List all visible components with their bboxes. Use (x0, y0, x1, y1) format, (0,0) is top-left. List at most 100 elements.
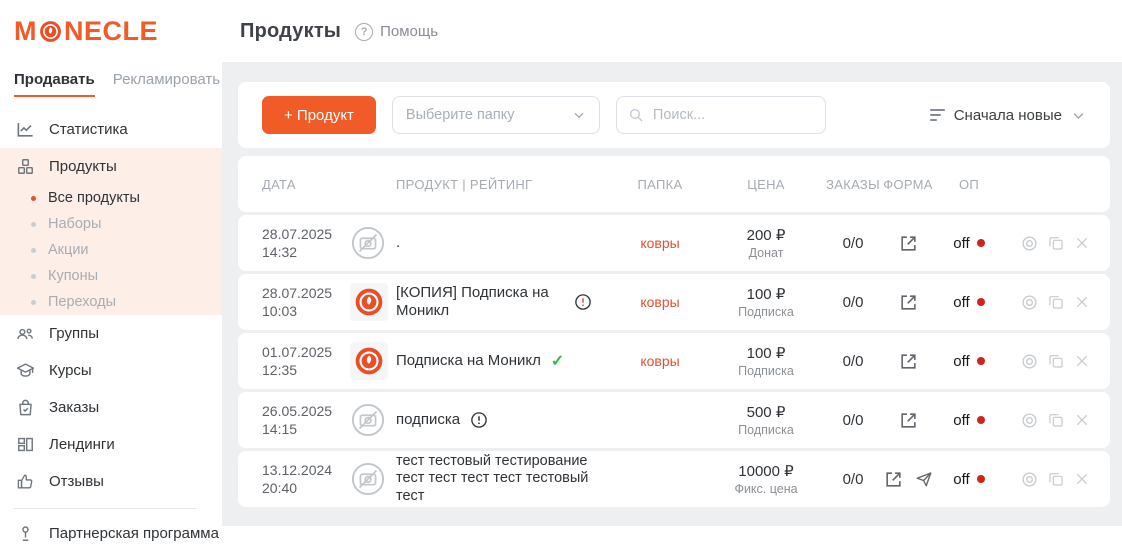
product-name[interactable]: [КОПИЯ] Подписка на Моникл (396, 284, 564, 319)
tab-advertise[interactable]: Рекламировать (113, 71, 220, 97)
col-orders: ЗАКАЗЫ (824, 177, 882, 192)
op-status[interactable]: off (934, 294, 1004, 311)
send-icon[interactable] (915, 470, 933, 488)
chevron-down-icon (1071, 108, 1086, 123)
no-photo-icon (350, 402, 386, 438)
sub-item-label: Переходы (48, 294, 116, 310)
col-date: ДАТА (262, 177, 350, 192)
col-form: ФОРМА (882, 177, 934, 192)
sidebar-item-landings[interactable]: Лендинги (0, 426, 222, 463)
sidebar-mode-tabs: Продавать Рекламировать (14, 71, 222, 97)
sort-control[interactable]: Сначала новые (930, 107, 1086, 124)
table-row: 01.07.202512:35 Подписка на Моникл ✓ ков… (238, 333, 1110, 389)
copy-icon[interactable] (1048, 235, 1064, 251)
search-input[interactable] (653, 107, 803, 123)
sub-item-label: Купоны (48, 268, 98, 284)
views-icon[interactable] (1021, 471, 1038, 488)
product-name[interactable]: тест тестовый тестирование тест тест тес… (396, 453, 612, 504)
form-icon[interactable] (899, 293, 918, 312)
sidebar-item-groups[interactable]: Группы (0, 315, 222, 352)
price-cell: 10000 ₽ Фикс. цена (708, 462, 824, 496)
copy-icon[interactable] (1048, 471, 1064, 487)
tab-sell[interactable]: Продавать (14, 71, 95, 97)
status-dot (977, 298, 985, 306)
delete-icon[interactable] (1074, 235, 1090, 251)
bullet-icon (31, 248, 36, 253)
sidebar-item-all-products[interactable]: Все продукты (0, 185, 222, 211)
sub-item-label: Все продукты (48, 190, 140, 206)
price-cell: 500 ₽ Подписка (708, 403, 824, 437)
sidebar-item-label: Продукты (49, 158, 117, 175)
sidebar-nav: Статистика Продукты Все продукты Наборы … (0, 111, 222, 552)
app-logo[interactable]: MNECLE (14, 16, 222, 47)
product-thumbnail (350, 342, 388, 380)
delete-icon[interactable] (1074, 471, 1090, 487)
product-name[interactable]: . (396, 234, 400, 252)
orders-count: 0/0 (824, 471, 882, 488)
sidebar-item-label: Лендинги (49, 436, 115, 453)
products-icon (16, 157, 35, 176)
folder-select[interactable]: Выберите папку (392, 96, 600, 134)
delete-icon[interactable] (1074, 294, 1090, 310)
sidebar-item-label: Отзывы (49, 473, 104, 490)
sidebar-item-label: Статистика (49, 121, 128, 138)
bullet-icon (31, 274, 36, 279)
chevron-down-icon (572, 108, 586, 122)
help-link[interactable]: ? Помощь (355, 23, 438, 41)
check-icon: ✓ (551, 351, 564, 371)
sidebar-item-label: Курсы (49, 362, 92, 379)
orders-icon (16, 398, 35, 417)
sidebar-item-sets[interactable]: Наборы (0, 211, 222, 237)
sidebar-item-statistics[interactable]: Статистика (0, 111, 222, 148)
views-icon[interactable] (1021, 353, 1038, 370)
copy-icon[interactable] (1048, 353, 1064, 369)
sidebar-item-products[interactable]: Продукты (0, 148, 222, 185)
op-status[interactable]: off (934, 235, 1004, 252)
sidebar-item-label: Заказы (49, 399, 99, 416)
courses-icon (16, 361, 35, 380)
status-dot (977, 416, 985, 424)
sidebar-item-promos[interactable]: Акции (0, 237, 222, 263)
views-icon[interactable] (1021, 412, 1038, 429)
table-header: ДАТА ПРОДУКТ | РЕЙТИНГ ПАПКА ЦЕНА ЗАКАЗЫ… (238, 156, 1110, 212)
sidebar-item-partner-program[interactable]: Партнерская программа (0, 515, 222, 552)
products-toolbar: + Продукт Выберите папку Сначала новые (238, 82, 1110, 148)
delete-icon[interactable] (1074, 353, 1090, 369)
form-icon[interactable] (899, 411, 918, 430)
sidebar-divider (14, 508, 196, 509)
form-icon[interactable] (884, 470, 903, 489)
row-date: 28.07.202514:32 (262, 225, 350, 261)
monecle-o-icon (38, 19, 63, 44)
folder-link[interactable]: ковры (612, 235, 708, 251)
partner-icon (16, 524, 35, 543)
bullet-icon (31, 300, 36, 305)
add-product-button[interactable]: + Продукт (262, 96, 376, 134)
product-name[interactable]: подписка (396, 411, 460, 429)
sidebar-item-transitions[interactable]: Переходы (0, 289, 222, 315)
op-status[interactable]: off (934, 412, 1004, 429)
delete-icon[interactable] (1074, 412, 1090, 428)
monecle-logo-thumb (353, 286, 385, 318)
op-status[interactable]: off (934, 353, 1004, 370)
sidebar-item-coupons[interactable]: Купоны (0, 263, 222, 289)
views-icon[interactable] (1021, 235, 1038, 252)
folder-link[interactable]: ковры (612, 353, 708, 369)
row-date: 28.07.202510:03 (262, 284, 350, 320)
form-icon[interactable] (899, 352, 918, 371)
op-status[interactable]: off (934, 471, 1004, 488)
form-icon[interactable] (899, 234, 918, 253)
logo-text-end: NECLE (64, 16, 158, 47)
views-icon[interactable] (1021, 294, 1038, 311)
sidebar: MNECLE Продавать Рекламировать Статистик… (0, 0, 222, 526)
bullet-icon (31, 222, 36, 227)
status-dot (977, 357, 985, 365)
groups-icon (16, 324, 35, 343)
copy-icon[interactable] (1048, 412, 1064, 428)
sidebar-item-courses[interactable]: Курсы (0, 352, 222, 389)
product-name[interactable]: Подписка на Моникл (396, 352, 541, 370)
folder-link[interactable]: ковры (612, 294, 708, 310)
copy-icon[interactable] (1048, 294, 1064, 310)
sidebar-item-reviews[interactable]: Отзывы (0, 463, 222, 500)
sidebar-item-orders[interactable]: Заказы (0, 389, 222, 426)
price-cell: 200 ₽ Донат (708, 226, 824, 260)
